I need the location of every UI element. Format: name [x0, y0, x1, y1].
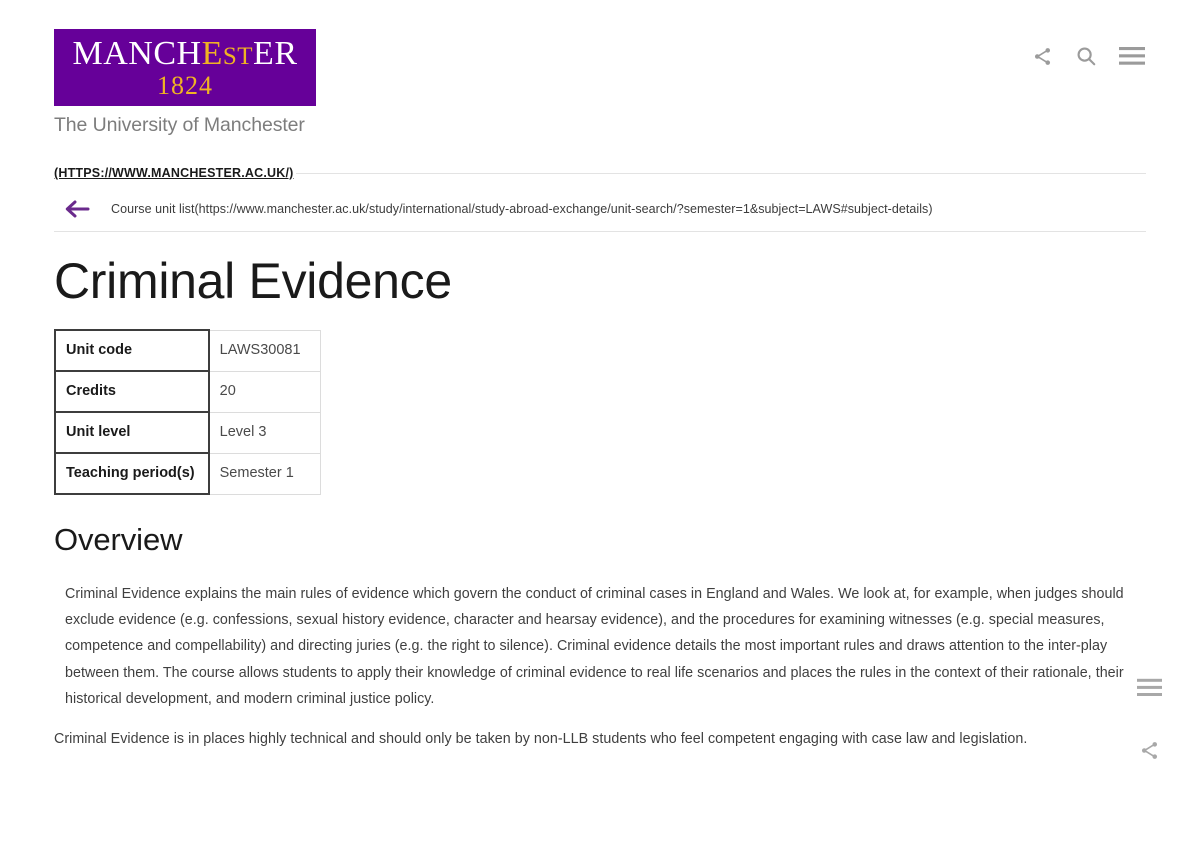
table-row-value: 20: [208, 370, 322, 413]
breadcrumb-home-link[interactable]: (HTTPS://WWW.MANCHESTER.AC.UK/): [54, 166, 294, 180]
header-icon-group: [1032, 45, 1145, 72]
table-row-label: Unit level: [54, 411, 210, 454]
unit-info-table: Unit code LAWS30081 Credits 20 Unit leve…: [54, 329, 322, 495]
overview-paragraph-2: Criminal Evidence is in places highly te…: [54, 731, 1028, 748]
breadcrumb: (HTTPS://WWW.MANCHESTER.AC.UK/): [54, 166, 1146, 180]
table-row-label: Unit code: [54, 329, 210, 372]
logo-word-st: ST: [222, 43, 254, 70]
logo-word-manch: MANCH: [72, 35, 202, 72]
back-link-row[interactable]: Course unit list(https://www.manchester.…: [54, 186, 1146, 232]
table-row-label: Teaching period(s): [54, 452, 210, 495]
overview-body: Criminal Evidence explains the main rule…: [54, 581, 1146, 752]
table-row: Credits 20: [54, 370, 322, 413]
search-icon[interactable]: [1075, 45, 1097, 72]
logo-word-e: E: [201, 35, 223, 72]
section-heading-overview: Overview: [54, 522, 183, 557]
overview-paragraph-1: Criminal Evidence explains the main rule…: [65, 586, 1124, 707]
share-icon[interactable]: [1139, 740, 1160, 766]
logo-wordmark: MANCHESTER: [54, 35, 316, 76]
table-row-value: Semester 1: [208, 452, 322, 495]
table-row-value: Level 3: [208, 411, 322, 454]
menu-icon[interactable]: [1119, 46, 1145, 71]
table-row-label: Credits: [54, 370, 210, 413]
page-title: Criminal Evidence: [54, 253, 452, 309]
table-row: Unit level Level 3: [54, 411, 322, 454]
back-arrow-icon[interactable]: [64, 200, 92, 218]
share-icon[interactable]: [1032, 46, 1053, 72]
unit-info-table-body: Unit code LAWS30081 Credits 20 Unit leve…: [54, 329, 322, 495]
table-row: Unit code LAWS30081: [54, 329, 322, 372]
logo-mark: MANCHESTER 1824: [54, 29, 316, 106]
back-link-label[interactable]: Course unit list(https://www.manchester.…: [111, 201, 933, 217]
site-header: MANCHESTER 1824 The University of Manche…: [0, 0, 1200, 136]
page-root: MANCHESTER 1824 The University of Manche…: [0, 0, 1200, 849]
logo-year: 1824: [157, 71, 213, 100]
table-row-value: LAWS30081: [208, 329, 322, 372]
menu-icon[interactable]: [1137, 678, 1162, 702]
logo-strapline: The University of Manchester: [54, 114, 305, 136]
logo-word-er: ER: [253, 35, 298, 72]
floating-icon-group: [1137, 678, 1162, 766]
breadcrumb-rule: [295, 172, 1146, 174]
university-logo[interactable]: MANCHESTER 1824 The University of Manche…: [54, 29, 316, 138]
table-row: Teaching period(s) Semester 1: [54, 452, 322, 495]
